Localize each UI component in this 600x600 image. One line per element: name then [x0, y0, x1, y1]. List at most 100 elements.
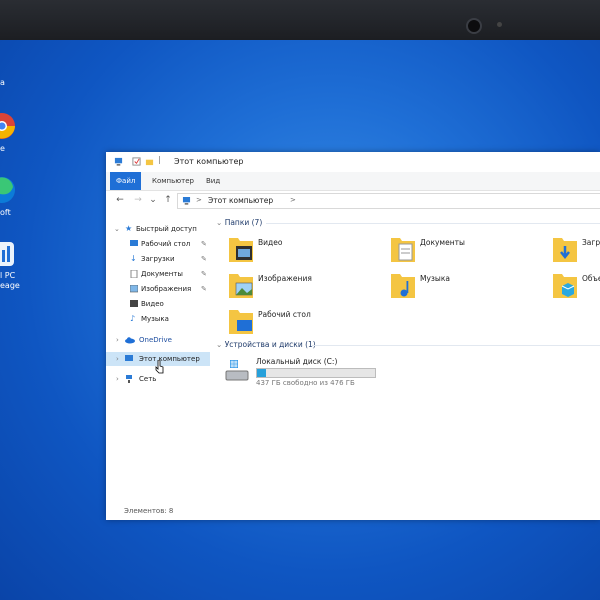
content-pane: ⌄ Папки (7) Видео Документы Загру	[216, 212, 600, 502]
documents-folder-icon	[391, 238, 415, 262]
back-button[interactable]: ←	[114, 194, 126, 206]
desktop-label-edge: oft	[0, 208, 11, 217]
devices-group-header[interactable]: ⌄ Устройства и диски (1)	[216, 340, 316, 349]
sidebar-item-quick-access[interactable]: ⌄ ★ Быстрый доступ	[106, 222, 210, 236]
pin-icon[interactable]: ✎	[201, 267, 207, 281]
desktop-label-pc-health: l PC eage	[0, 271, 20, 290]
star-icon: ★	[125, 224, 133, 233]
folder-label: Объем	[582, 274, 600, 283]
sidebar-item-label: Рабочий стол	[141, 240, 191, 248]
folder-videos[interactable]: Видео	[228, 234, 378, 268]
webcam-sensor	[497, 22, 502, 27]
chevron-right-icon[interactable]: ›	[116, 372, 119, 386]
drive-free-space: 437 ГБ свободно из 476 ГБ	[256, 379, 355, 387]
3d-objects-folder-icon	[553, 274, 577, 298]
folder-music[interactable]: Музыка	[390, 270, 540, 304]
music-folder-icon	[391, 274, 415, 298]
properties-icon[interactable]	[132, 157, 141, 166]
chevron-right-icon[interactable]: ›	[116, 333, 119, 347]
folder-pictures[interactable]: Изображения	[228, 270, 378, 304]
divider	[312, 345, 600, 346]
computer-icon	[182, 197, 191, 205]
address-path[interactable]: Этот компьютер	[208, 196, 273, 205]
computer-icon	[114, 157, 123, 166]
folders-group-header[interactable]: ⌄ Папки (7)	[216, 218, 262, 227]
folder-downloads[interactable]: Загру	[552, 234, 600, 268]
desktop-label-top: a	[0, 78, 5, 87]
tab-file[interactable]: Файл	[110, 172, 142, 190]
title-bar: | Этот компьютер	[106, 152, 600, 172]
sidebar-item-documents[interactable]: Документы ✎	[106, 267, 210, 281]
tab-view[interactable]: Вид	[200, 172, 226, 190]
chevron-right-icon[interactable]: ›	[116, 352, 119, 366]
drive-name: Локальный диск (C:)	[256, 357, 338, 366]
music-note-icon: ♪	[130, 314, 136, 323]
file-explorer-window: | Этот компьютер Файл Компьютер Вид ← → …	[106, 152, 600, 520]
webcam	[466, 18, 482, 34]
video-icon	[130, 300, 138, 307]
status-bar-item-count: Элементов: 8	[124, 507, 174, 515]
window-title: Этот компьютер	[174, 157, 244, 166]
video-folder-icon	[229, 238, 253, 262]
drive-c[interactable]: Локальный диск (C:) 437 ГБ свободно из 4…	[224, 357, 424, 391]
breadcrumb-separator: >	[196, 196, 202, 204]
sidebar-item-label: Быстрый доступ	[136, 225, 197, 233]
address-bar[interactable]: > Этот компьютер >	[177, 193, 600, 209]
folder-label: Рабочий стол	[258, 310, 311, 319]
pc-health-icon[interactable]	[0, 240, 16, 268]
devices-group-label: Устройства и диски (1)	[224, 340, 316, 349]
up-button[interactable]: ↑	[162, 194, 174, 206]
pictures-folder-icon	[229, 274, 253, 298]
desktop-label-chrome: e	[0, 144, 5, 153]
sidebar-item-network[interactable]: › Сеть	[106, 372, 210, 386]
drive-usage-fill	[257, 369, 267, 377]
sidebar-item-pictures[interactable]: Изображения ✎	[106, 282, 210, 296]
folder-label: Загру	[582, 238, 600, 247]
navigation-pane: ⌄ ★ Быстрый доступ Рабочий стол ✎ ↓ Загр…	[106, 212, 212, 502]
pin-icon[interactable]: ✎	[201, 237, 207, 251]
sidebar-item-music[interactable]: ♪ Музыка	[106, 312, 210, 326]
edge-icon[interactable]	[0, 176, 16, 204]
navigation-bar: ← → ⌄ ↑ > Этот компьютер >	[106, 191, 600, 209]
folder-documents[interactable]: Документы	[390, 234, 540, 268]
folders-group-label: Папки (7)	[224, 218, 263, 227]
sidebar-item-desktop[interactable]: Рабочий стол ✎	[106, 237, 210, 251]
folder-label: Документы	[420, 238, 465, 247]
new-folder-icon[interactable]	[145, 157, 154, 166]
folder-label: Видео	[258, 238, 283, 247]
pictures-icon	[130, 285, 138, 293]
quick-access-dropdown-icon[interactable]: |	[158, 155, 161, 164]
drive-usage-bar	[256, 368, 376, 378]
folder-label: Музыка	[420, 274, 450, 283]
chevron-down-icon[interactable]: ⌄	[216, 340, 222, 349]
tab-computer[interactable]: Компьютер	[146, 172, 200, 190]
sidebar-item-label: OneDrive	[139, 336, 172, 344]
pin-icon[interactable]: ✎	[201, 252, 207, 266]
folder-desktop[interactable]: Рабочий стол	[228, 306, 378, 340]
folder-label: Изображения	[258, 274, 312, 283]
chevron-down-icon[interactable]: ⌄	[114, 222, 120, 236]
sidebar-item-onedrive[interactable]: › OneDrive	[106, 333, 210, 347]
sidebar-item-downloads[interactable]: ↓ Загрузки ✎	[106, 252, 210, 266]
hard-drive-icon	[225, 360, 249, 381]
recent-locations-button[interactable]: ⌄	[147, 194, 159, 206]
mouse-cursor	[155, 360, 164, 374]
monitor-bezel	[0, 0, 600, 40]
sidebar-item-label: Видео	[141, 300, 164, 308]
document-icon	[130, 270, 138, 278]
sidebar-item-videos[interactable]: Видео	[106, 297, 210, 311]
chrome-icon[interactable]	[0, 112, 16, 140]
folder-3d-objects[interactable]: Объем	[552, 270, 600, 304]
pin-icon[interactable]: ✎	[201, 282, 207, 296]
breadcrumb-chevron-icon[interactable]: >	[290, 196, 296, 204]
sidebar-item-label: Загрузки	[141, 255, 175, 263]
sidebar-item-label: Изображения	[141, 285, 192, 293]
downloads-folder-icon	[553, 238, 577, 262]
forward-button[interactable]: →	[132, 194, 144, 206]
sidebar-item-label: Этот компьютер	[139, 355, 200, 363]
desktop-folder-icon	[229, 310, 253, 334]
chevron-down-icon[interactable]: ⌄	[216, 218, 222, 227]
sidebar-item-label: Сеть	[139, 375, 157, 383]
ribbon: Файл Компьютер Вид	[106, 172, 600, 191]
sidebar-item-label: Документы	[141, 270, 183, 278]
